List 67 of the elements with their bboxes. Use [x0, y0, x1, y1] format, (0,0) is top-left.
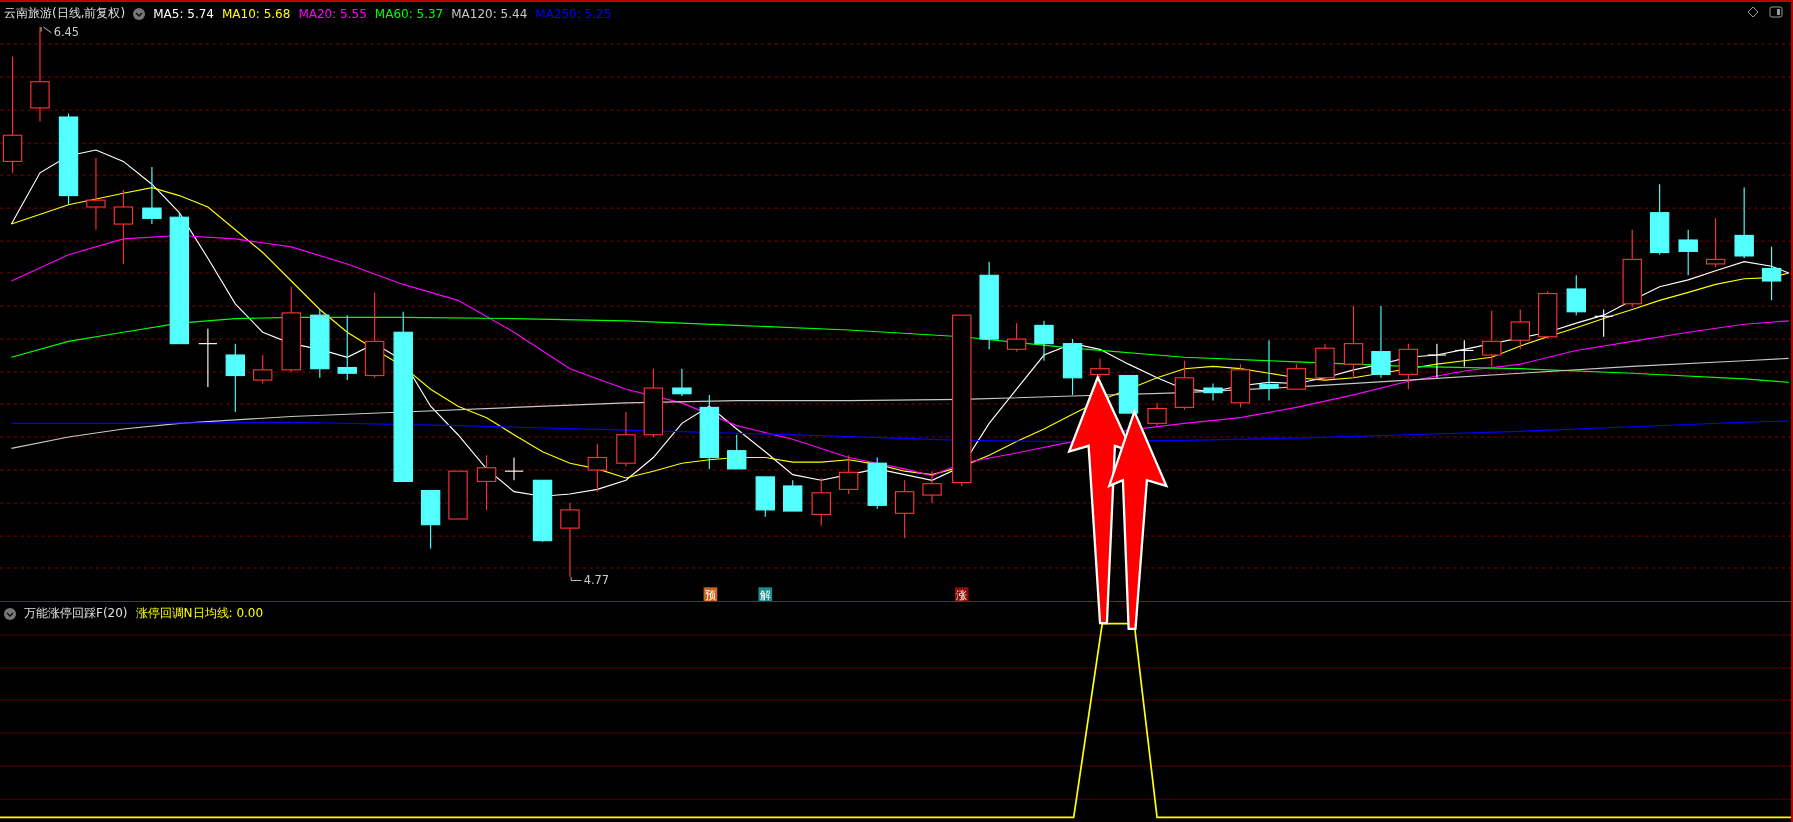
moving-average-legend: MA10: 5.68: [221, 6, 291, 21]
candlestick: [783, 479, 803, 512]
moving-average-legend: MA60: 5.37: [374, 6, 444, 21]
candlestick: [811, 477, 831, 527]
moving-average-legend: MA120: 5.44: [451, 6, 528, 21]
candlestick: [838, 454, 859, 495]
candlestick: [1566, 274, 1586, 316]
moving-average-legend: MA250: 5.25: [535, 6, 612, 21]
candlestick: [1259, 339, 1279, 402]
candlestick: [1593, 308, 1614, 338]
candlestick: [337, 314, 357, 381]
candlestick: [1230, 363, 1251, 408]
candlestick: [1678, 229, 1698, 276]
candlestick: [310, 308, 330, 379]
candlestick: [1398, 343, 1419, 390]
candlestick: [1510, 308, 1530, 350]
candlestick: [1174, 360, 1195, 411]
candlestick: [1118, 374, 1139, 414]
candlestick: [448, 470, 468, 520]
indicator-legend: 涨停回调N日均线: 0.00: [135, 605, 264, 622]
dropdown-icon[interactable]: [4, 607, 16, 620]
diamond-icon[interactable]: [1747, 6, 1759, 18]
candlestick: [1761, 246, 1782, 301]
candlestick: [1315, 343, 1335, 381]
candlestick: [643, 368, 664, 438]
candlestick: [587, 443, 608, 493]
candlestick: [867, 456, 887, 510]
price-label: 6.45: [53, 25, 80, 40]
candlestick: [532, 479, 553, 543]
moving-average-legend: MA20: 5.55: [298, 6, 367, 21]
candlestick: [1454, 339, 1475, 367]
candlestick: [1286, 363, 1307, 390]
signal-marker: 预: [703, 587, 718, 601]
dropdown-icon[interactable]: [133, 7, 146, 20]
candlestick: [476, 454, 497, 511]
candlestick: [253, 354, 273, 385]
signal-marker: 涨: [954, 587, 969, 601]
candlestick: [727, 434, 747, 470]
candlestick: [1090, 357, 1110, 379]
candlestick: [225, 343, 245, 413]
panel-toggle-icon[interactable]: [1769, 6, 1783, 18]
candlestick: [672, 368, 692, 397]
candlestick: [1062, 338, 1083, 396]
candlestick: [420, 489, 441, 550]
candlestick: [1427, 343, 1447, 379]
candlestick: [755, 476, 775, 518]
candlestick: [894, 479, 915, 539]
moving-average-legend: MA5: 5.74: [153, 6, 214, 21]
candlestick: [1734, 187, 1754, 259]
candlestick: [1147, 402, 1167, 427]
candlestick: [1006, 322, 1027, 353]
chart-title: 云南旅游(日线,前复权): [4, 5, 126, 22]
candlestick: [1482, 310, 1502, 367]
indicator-name: 万能涨停回踩F(20): [24, 605, 128, 622]
leader-line: [570, 576, 582, 581]
candlestick: [504, 456, 524, 481]
candlestick: [922, 470, 942, 504]
candlestick: [1034, 320, 1054, 362]
candlestick: [1203, 382, 1223, 402]
signal-marker: 解: [758, 587, 773, 601]
candlestick: [142, 166, 162, 225]
candlestick: [1538, 290, 1558, 340]
price-label: 4.77: [583, 572, 610, 587]
candlestick: [198, 328, 218, 388]
candlestick: [1705, 217, 1726, 268]
leader-line: [40, 26, 52, 34]
candlestick: [616, 411, 636, 468]
